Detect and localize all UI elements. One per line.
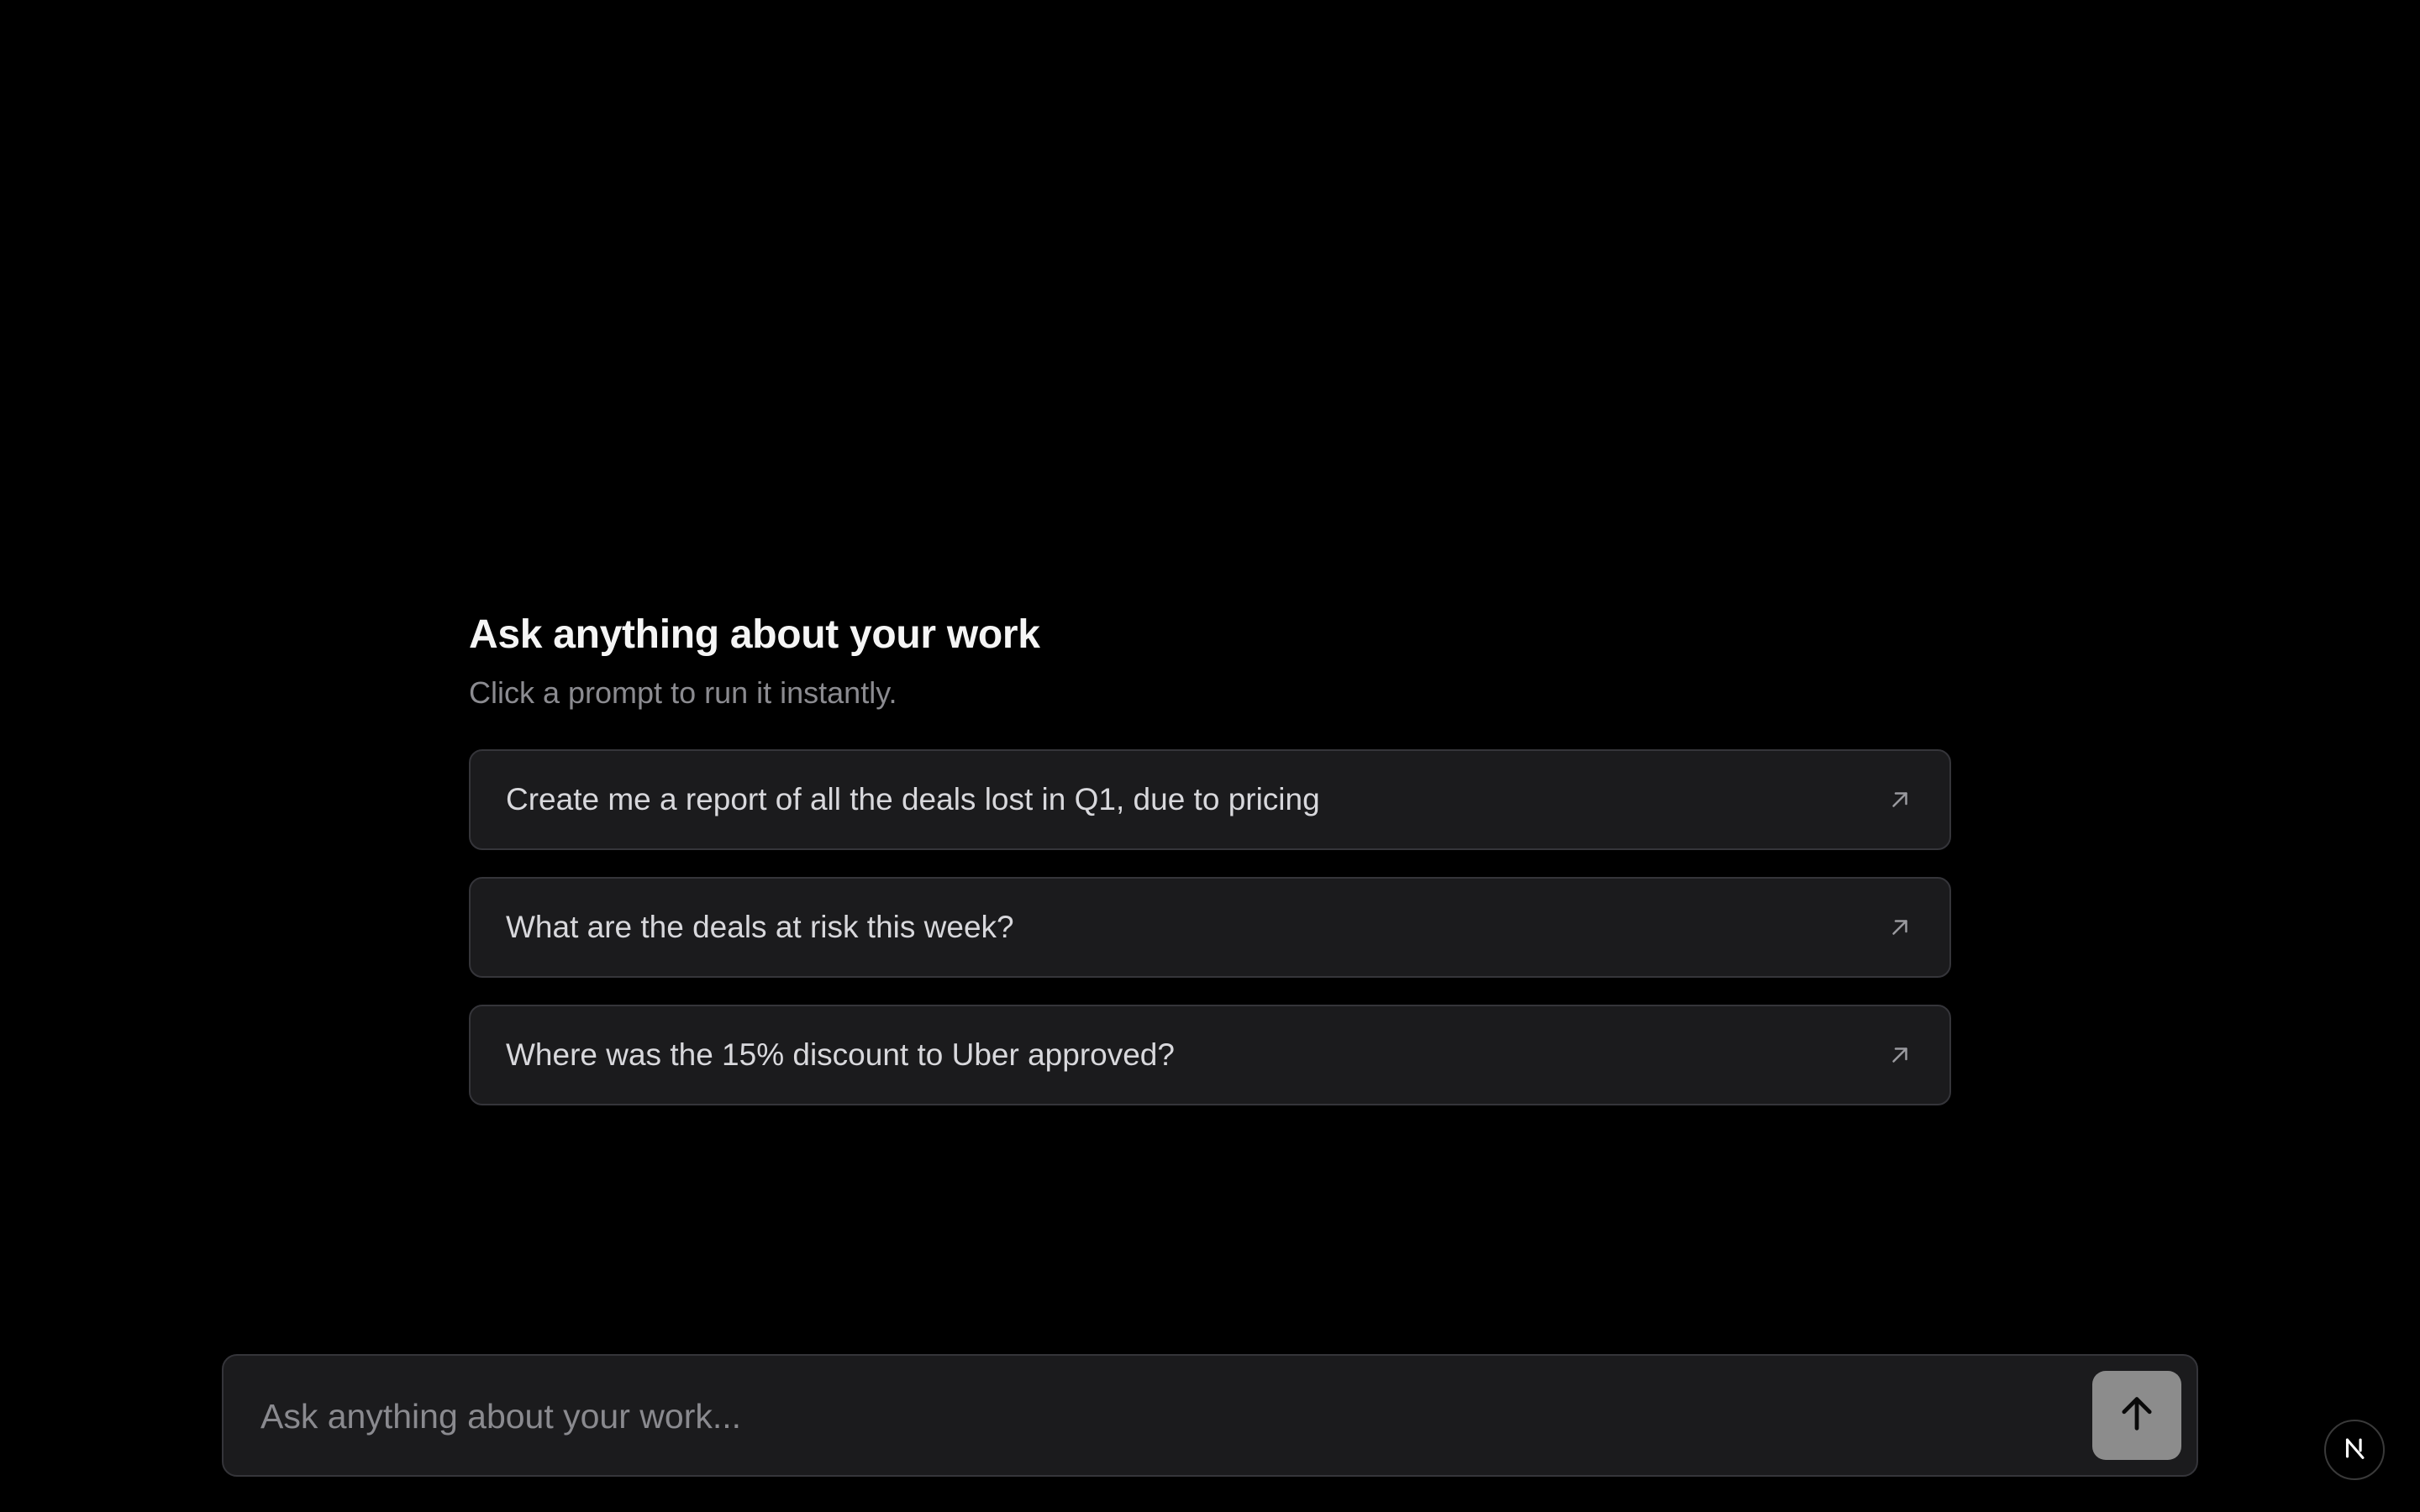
page-subtitle: Click a prompt to run it instantly. xyxy=(469,675,897,710)
prompt-label: Create me a report of all the deals lost… xyxy=(506,782,1320,816)
chat-composer xyxy=(222,1354,2198,1477)
prompt-label: What are the deals at risk this week? xyxy=(506,910,1014,944)
arrow-up-icon xyxy=(2115,1392,2159,1440)
prompt-label: Where was the 15% discount to Uber appro… xyxy=(506,1037,1175,1072)
page-title: Ask anything about your work xyxy=(469,612,1040,657)
prompt-card-deals-at-risk[interactable]: What are the deals at risk this week? xyxy=(469,877,1951,978)
prompt-section: Ask anything about your work Click a pro… xyxy=(469,606,1951,1105)
send-button[interactable] xyxy=(2092,1371,2181,1460)
prompt-card-lost-deals-report[interactable]: Create me a report of all the deals lost… xyxy=(469,749,1951,850)
nextjs-dev-badge[interactable] xyxy=(2324,1420,2385,1480)
nextjs-logo-icon xyxy=(2340,1434,2369,1467)
arrow-up-right-icon xyxy=(1886,785,1914,814)
chat-input[interactable] xyxy=(259,1356,2094,1477)
prompt-list: Create me a report of all the deals lost… xyxy=(469,749,1951,1105)
arrow-up-right-icon xyxy=(1886,1041,1914,1069)
page: Ask anything about your work Click a pro… xyxy=(0,0,2420,1512)
arrow-up-right-icon xyxy=(1886,913,1914,942)
prompt-card-uber-discount[interactable]: Where was the 15% discount to Uber appro… xyxy=(469,1005,1951,1105)
